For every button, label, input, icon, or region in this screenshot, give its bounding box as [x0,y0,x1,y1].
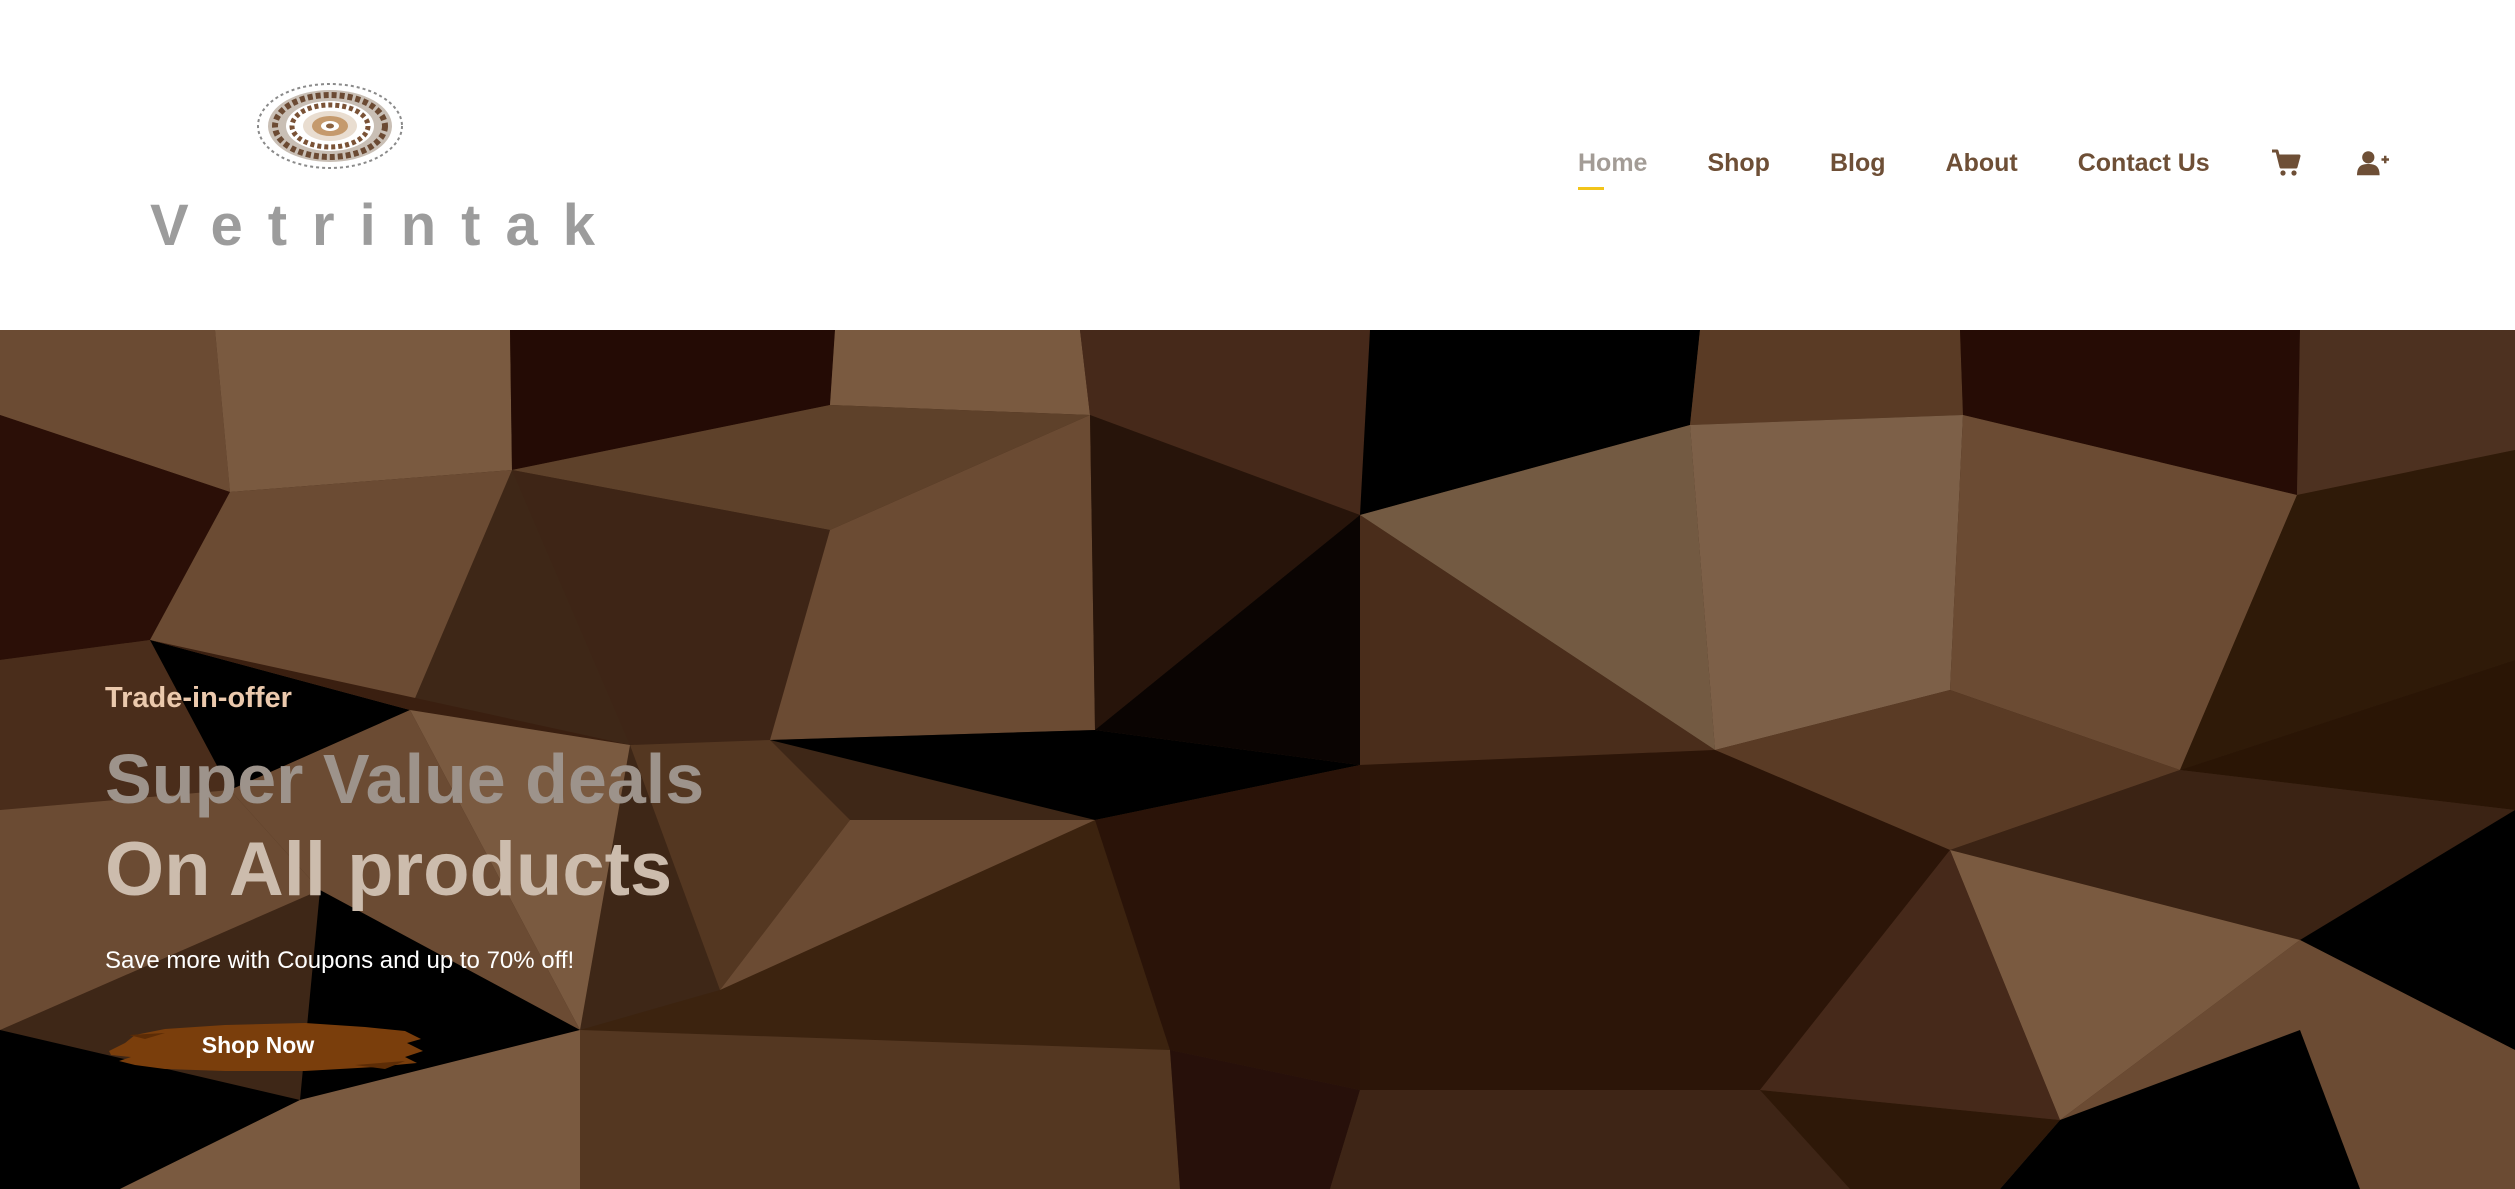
nav-about-link[interactable]: About [1946,149,2018,178]
hero-title-line-1: Super Value deals [105,740,705,818]
cart-icon[interactable] [2270,147,2302,179]
shop-now-button[interactable]: Shop Now [105,1013,425,1077]
nav-contact-link[interactable]: Contact Us [2078,149,2210,178]
brand-logo[interactable]: Vetrintak [140,70,595,260]
add-user-icon[interactable] [2356,147,2389,179]
hero-eyebrow: Trade-in-offer [105,682,292,714]
hero-banner: Trade-in-offer Super Value deals On All … [0,330,2515,1189]
mandala-icon [257,83,403,169]
shop-now-label: Shop Now [201,1032,315,1058]
site-header: Vetrintak Home Shop Blog About Contact U… [0,0,2515,330]
nav-shop-link[interactable]: Shop [1707,149,1770,178]
hero-title-line-2: On All products [105,827,673,912]
main-nav: Home Shop Blog About Contact Us [1578,140,2444,190]
hero-subtitle: Save more with Coupons and up to 70% off… [105,947,575,974]
nav-home-link[interactable]: Home [1578,149,1647,190]
nav-blog-link[interactable]: Blog [1830,149,1886,178]
brand-name: Vetrintak [150,193,620,258]
hero-content: Trade-in-offer Super Value deals On All … [105,682,704,1077]
